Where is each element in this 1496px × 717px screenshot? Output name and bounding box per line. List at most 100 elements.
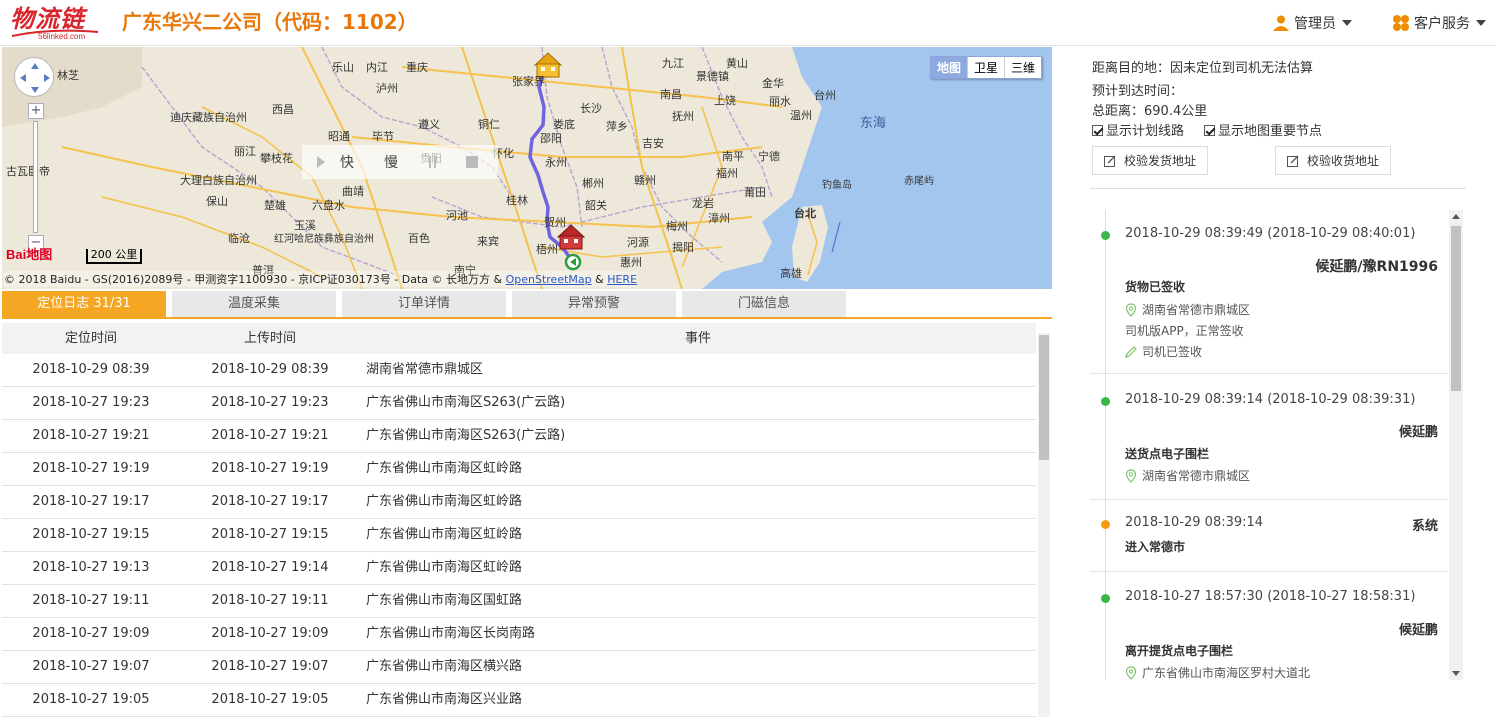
baidu-logo[interactable]: Bai地图 — [6, 244, 52, 263]
playback-slow-button[interactable]: 慢 — [384, 152, 398, 172]
cell-event: 广东省佛山市南海区长岗南路 — [366, 626, 536, 641]
table-scrollbar-thumb[interactable] — [1039, 335, 1049, 460]
map-type-satellite-button[interactable]: 卫星 — [966, 57, 1004, 78]
logo[interactable]: 物流链 56linked.com — [10, 4, 115, 42]
tab-temperature[interactable]: 温度采集 — [172, 291, 336, 317]
pause-icon[interactable] — [428, 156, 438, 168]
map-city-label: 乐山 — [332, 61, 354, 74]
show-nodes-checkbox[interactable] — [1204, 125, 1215, 136]
table-row[interactable]: 2018-10-27 19:21 2018-10-27 19:21 广东省佛山市… — [2, 420, 1036, 453]
tab-order-details[interactable]: 订单详情 — [342, 291, 506, 317]
tab-door-sensor[interactable]: 门磁信息 — [682, 291, 846, 317]
cell-locate-time: 2018-10-27 19:09 — [32, 626, 150, 641]
user-icon — [1273, 15, 1289, 31]
table-row[interactable]: 2018-10-27 19:17 2018-10-27 19:17 广东省佛山市… — [2, 486, 1036, 519]
playback-control: 快 慢 — [302, 145, 498, 179]
table-row[interactable]: 2018-10-27 19:09 2018-10-27 19:09 广东省佛山市… — [2, 618, 1036, 651]
map-city-label: 昭通 — [328, 130, 350, 143]
location-pin-icon — [1125, 665, 1137, 680]
stop-icon[interactable] — [466, 156, 478, 168]
cell-upload-time: 2018-10-27 19:14 — [211, 560, 329, 575]
map-city-label: 迪庆藏族自治州 — [170, 111, 247, 124]
table-row[interactable]: 2018-10-27 19:13 2018-10-27 19:14 广东省佛山市… — [2, 552, 1036, 585]
timeline-item[interactable]: 2018-10-29 08:39:49 (2018-10-29 08:40:01… — [1090, 210, 1448, 374]
timeline-scrollbar-thumb[interactable] — [1451, 226, 1461, 391]
map-city-label: 梅州 — [666, 220, 688, 233]
table-header: 定位时间 上传时间 事件 — [2, 323, 1036, 354]
here-link[interactable]: HERE — [607, 273, 637, 286]
timeline-actor: 候延鹏 — [1398, 425, 1438, 440]
cell-event: 广东省佛山市南海区S263(广云路) — [366, 428, 566, 443]
table-row[interactable]: 2018-10-27 19:19 2018-10-27 19:19 广东省佛山市… — [2, 453, 1036, 486]
eta: 预计到达时间： — [1092, 84, 1184, 99]
scroll-up-icon[interactable] — [1452, 214, 1460, 219]
table-row[interactable]: 2018-10-27 19:15 2018-10-27 19:15 广东省佛山市… — [2, 519, 1036, 552]
panel-divider — [1090, 188, 1466, 189]
map-city-label: 郴州 — [582, 177, 604, 190]
location-pin-icon — [1125, 468, 1137, 483]
map-city-label: 泸州 — [376, 82, 398, 95]
table-row[interactable]: 2018-10-27 19:05 2018-10-27 19:05 广东省佛山市… — [2, 684, 1036, 717]
map-type-3d-button[interactable]: 三维 — [1003, 57, 1041, 78]
service-icon — [1393, 15, 1409, 31]
map-city-label: 重庆 — [406, 61, 428, 74]
copyright-separator: & — [591, 273, 608, 286]
timeline-scrollbar[interactable] — [1449, 210, 1463, 680]
playback-fast-button[interactable]: 快 — [340, 152, 354, 172]
cell-locate-time: 2018-10-27 19:07 — [32, 659, 150, 674]
scroll-down-icon[interactable] — [1452, 671, 1460, 676]
map-city-label: 钓鱼岛 — [822, 180, 852, 191]
tab-location-log[interactable]: 定位日志 31/31 — [2, 291, 166, 317]
tab-anomaly-alert[interactable]: 异常预警 — [512, 291, 676, 317]
cell-event: 广东省佛山市南海区虹岭路 — [366, 560, 523, 575]
table-row[interactable]: 2018-10-27 19:11 2018-10-27 19:11 广东省佛山市… — [2, 585, 1036, 618]
map-city-label: 大理白族自治州 — [180, 174, 257, 187]
timeline-location-text: 广东省佛山市南海区罗村大道北 — [1142, 666, 1311, 680]
table-row[interactable]: 2018-10-27 19:23 2018-10-27 19:23 广东省佛山市… — [2, 387, 1036, 420]
show-route-checkbox[interactable] — [1092, 125, 1103, 136]
map-type-map-button[interactable]: 地图 — [930, 57, 967, 78]
route-map[interactable]: 林芝 乐山 内江 重庆 九江 黄山 张家界 景德镇 泸州 南昌 迪庆藏族自治州 … — [2, 47, 1052, 289]
col-locate-time: 定位时间 — [64, 331, 117, 346]
verify-receive-address-button[interactable]: 校验收货地址 — [1275, 146, 1391, 175]
map-city-label: 河池 — [446, 209, 468, 222]
table-row[interactable]: 2018-10-29 08:39 2018-10-29 08:39 湖南省常德市… — [2, 354, 1036, 387]
timeline-actor: 候延鹏/豫RN1996 — [1315, 259, 1438, 275]
timeline-item[interactable]: 2018-10-29 08:39:14 系统 进入常德市 — [1090, 500, 1448, 572]
osm-link[interactable]: OpenStreetMap — [506, 273, 592, 286]
timeline-item[interactable]: 2018-10-27 18:57:30 (2018-10-27 18:58:31… — [1090, 572, 1448, 680]
distance-to-destination: 距离目的地：因未定位到司机无法估算 — [1092, 61, 1314, 76]
map-city-label: 西昌 — [272, 103, 294, 116]
cell-locate-time: 2018-10-27 19:05 — [32, 692, 150, 707]
map-city-label: 抚州 — [672, 110, 694, 123]
map-city-label: 温州 — [790, 109, 812, 122]
cell-event: 湖南省常德市鼎城区 — [366, 362, 484, 377]
map-city-label: 遵义 — [418, 118, 440, 131]
service-menu[interactable]: 客户服务 — [1392, 12, 1486, 34]
timeline-dot — [1101, 231, 1110, 240]
map-pan-control[interactable] — [14, 57, 54, 97]
cell-event: 广东省佛山市南海区虹岭路 — [366, 461, 523, 476]
map-city-label: 铜仁 — [478, 118, 500, 131]
show-nodes-option[interactable]: 显示地图重要节点 — [1204, 120, 1322, 139]
show-route-option[interactable]: 显示计划线路 — [1092, 120, 1184, 139]
table-scrollbar[interactable] — [1038, 333, 1050, 717]
play-icon[interactable] — [316, 156, 326, 168]
table-row[interactable]: 2018-10-27 19:07 2018-10-27 19:07 广东省佛山市… — [2, 651, 1036, 684]
timeline-title: 进入常德市 — [1125, 540, 1186, 554]
zoom-in-button[interactable]: + — [28, 103, 44, 119]
map-city-label: 高雄 — [780, 267, 802, 280]
map-city-label: 六盘水 — [312, 199, 345, 212]
cell-upload-time: 2018-10-27 19:11 — [211, 593, 329, 608]
admin-menu[interactable]: 管理员 — [1272, 12, 1352, 34]
location-pin-icon — [1125, 302, 1137, 317]
zoom-slider[interactable] — [33, 121, 38, 233]
map-city-label: 毕节 — [372, 130, 394, 143]
map-city-label: 攀枝花 — [260, 152, 293, 165]
map-city-label: 临沧 — [228, 232, 250, 245]
timeline-item[interactable]: 2018-10-29 08:39:14 (2018-10-29 08:39:31… — [1090, 374, 1448, 500]
verify-send-address-button[interactable]: 校验发货地址 — [1092, 146, 1208, 175]
chevron-down-icon — [1342, 20, 1352, 26]
map-city-label: 南平 — [722, 150, 744, 163]
map-city-label: 黄山 — [726, 57, 748, 70]
